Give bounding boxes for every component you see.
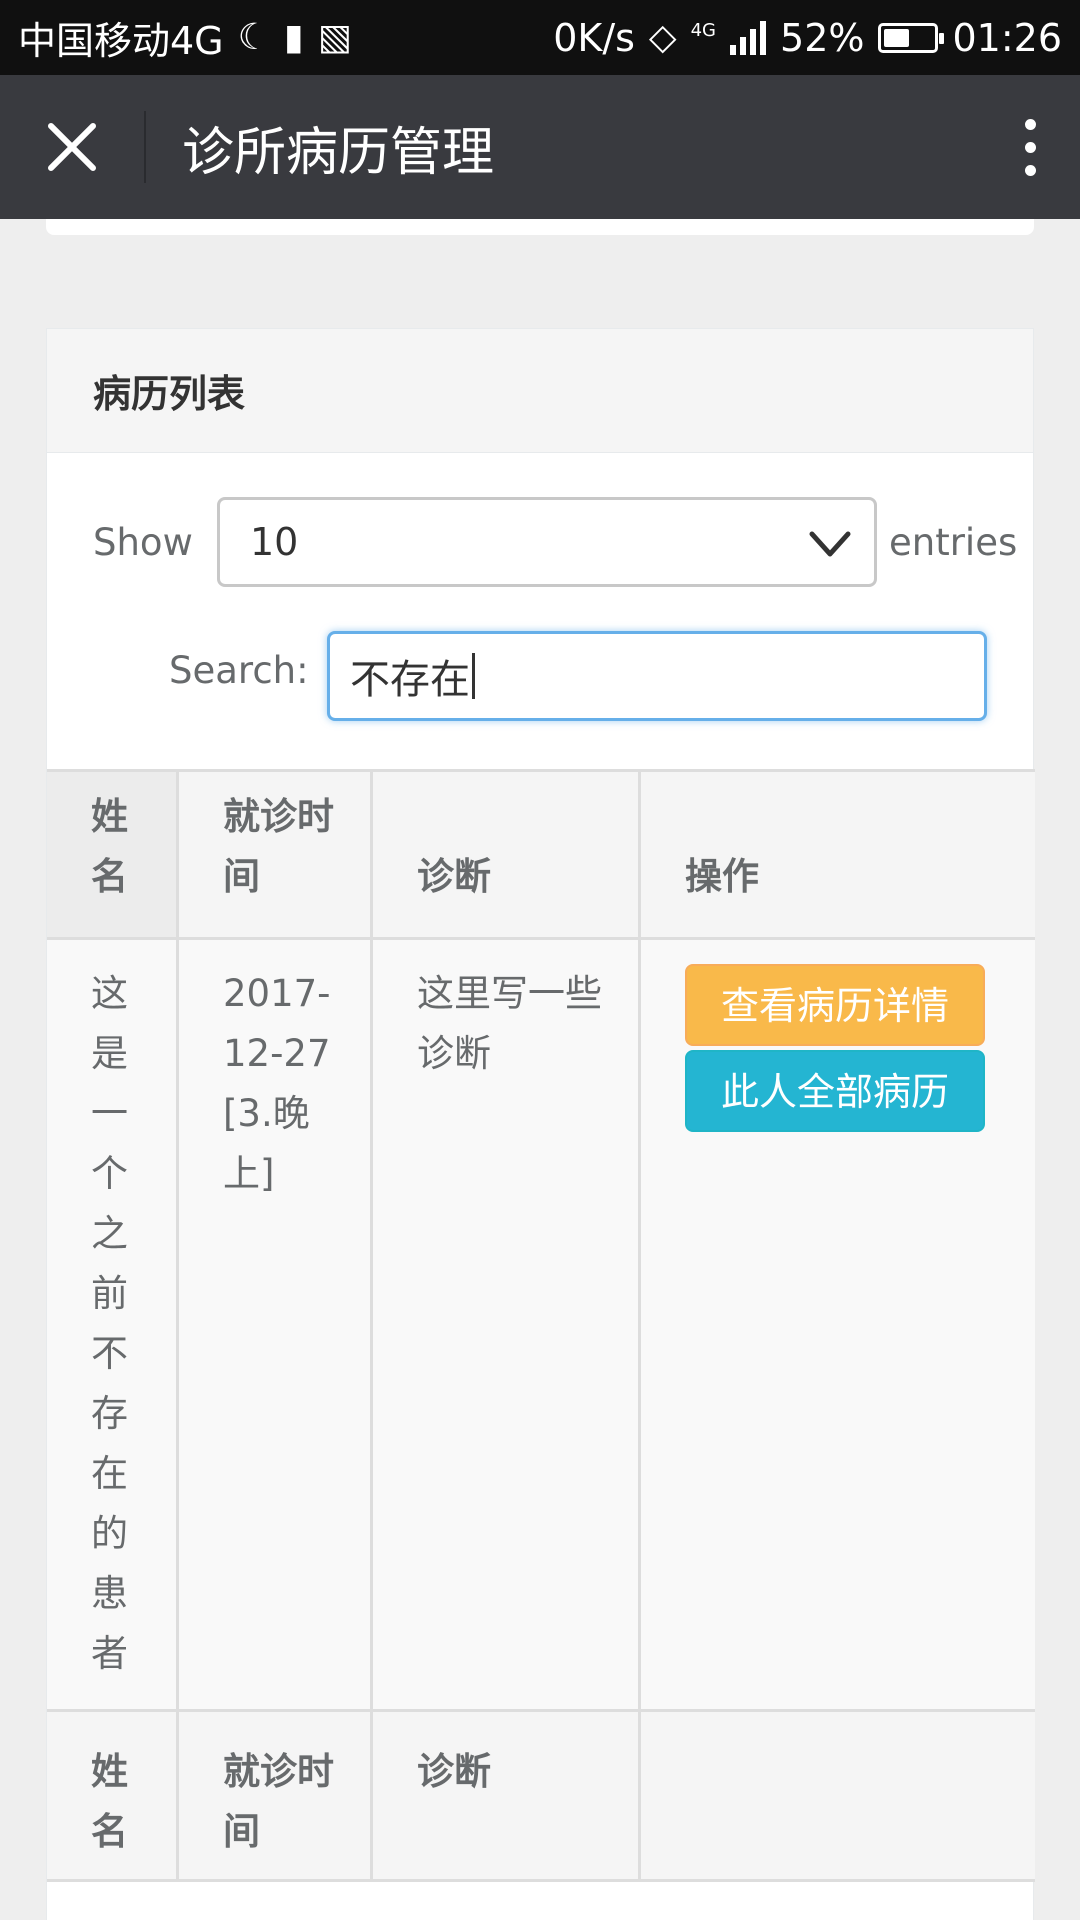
carrier-label: 中国移动4G xyxy=(18,19,224,63)
text-cursor xyxy=(472,653,475,699)
image-icon: ▧ xyxy=(317,16,352,58)
footer-actions xyxy=(641,1712,1035,1879)
cell-diagnosis: 这里写一些诊断 xyxy=(373,940,641,1709)
view-record-detail-button[interactable]: 查看病历详情 xyxy=(685,964,985,1046)
footer-name: 姓名 xyxy=(47,1712,179,1879)
battery-percent: 52% xyxy=(780,15,865,60)
table-row: 这是一个之前不存在的患者 2017-12-27 [3.晚上] 这里写一些诊断 查… xyxy=(47,940,1035,1712)
previous-card-edge xyxy=(46,219,1034,235)
page-length-value: 10 xyxy=(250,520,299,564)
search-control: Search: 不存在 xyxy=(47,631,1035,721)
cell-visit-time: 2017-12-27 [3.晚上] xyxy=(179,940,373,1709)
more-menu-button[interactable] xyxy=(980,75,1080,219)
battery-icon xyxy=(878,22,945,53)
battery-level xyxy=(884,28,910,47)
status-left: 中国移动4G ☾ ▮ ▧ xyxy=(18,10,352,65)
status-bar: 中国移动4G ☾ ▮ ▧ 0K/s ◇ 4G 52% 01:26 xyxy=(0,0,1080,75)
header-name[interactable]: 姓名 xyxy=(47,772,179,937)
clock: 01:26 xyxy=(952,15,1062,60)
entries-label: entries xyxy=(889,520,1018,564)
more-dot-icon xyxy=(1024,118,1036,130)
signal-icon xyxy=(730,20,767,55)
moon-icon: ☾ xyxy=(237,16,270,58)
table-footer-row: 姓名 就诊时间 诊断 xyxy=(47,1712,1035,1882)
header-diagnosis[interactable]: 诊断 xyxy=(373,772,641,937)
panel-heading: 病历列表 xyxy=(47,329,1033,453)
header-visit-time[interactable]: 就诊时间 xyxy=(179,772,373,937)
app-bar-divider xyxy=(144,111,146,183)
footer-visit-time: 就诊时间 xyxy=(179,1712,373,1879)
chevron-down-icon xyxy=(809,531,851,557)
panel-title: 病历列表 xyxy=(93,372,246,416)
search-input[interactable]: 不存在 xyxy=(327,631,987,721)
more-dot-icon xyxy=(1024,164,1036,176)
footer-diagnosis: 诊断 xyxy=(373,1712,641,1879)
all-records-button[interactable]: 此人全部病历 xyxy=(685,1050,985,1132)
battery-warning-icon: ▮ xyxy=(283,16,304,58)
network-speed: 0K/s xyxy=(553,15,635,60)
search-input-value: 不存在 xyxy=(350,657,470,703)
show-label: Show xyxy=(93,520,193,564)
close-button[interactable] xyxy=(0,75,144,219)
network-type: 4G xyxy=(690,19,717,41)
status-right: 0K/s ◇ 4G 52% 01:26 xyxy=(553,16,1062,60)
page-length-control: Show 10 entries xyxy=(47,497,1035,587)
page-length-select[interactable]: 10 xyxy=(217,497,877,587)
header-actions[interactable]: 操作 xyxy=(641,772,1035,937)
cell-name: 这是一个之前不存在的患者 xyxy=(47,940,179,1709)
close-icon xyxy=(48,123,96,171)
cell-actions: 查看病历详情 此人全部病历 xyxy=(641,940,1035,1709)
records-table: 姓名 就诊时间 诊断 操作 这是一个之前不存在的患者 2017-12-27 [3… xyxy=(47,769,1035,1882)
app-bar: 诊所病历管理 xyxy=(0,75,1080,219)
more-dot-icon xyxy=(1024,141,1036,153)
vibrate-icon: ◇ xyxy=(648,16,677,58)
records-panel: 病历列表 Show 10 entries Search: 不存在 姓名 就诊时间… xyxy=(46,328,1035,1920)
page-title: 诊所病历管理 xyxy=(182,122,495,183)
table-header-row: 姓名 就诊时间 诊断 操作 xyxy=(47,769,1035,940)
search-label: Search: xyxy=(169,649,309,692)
